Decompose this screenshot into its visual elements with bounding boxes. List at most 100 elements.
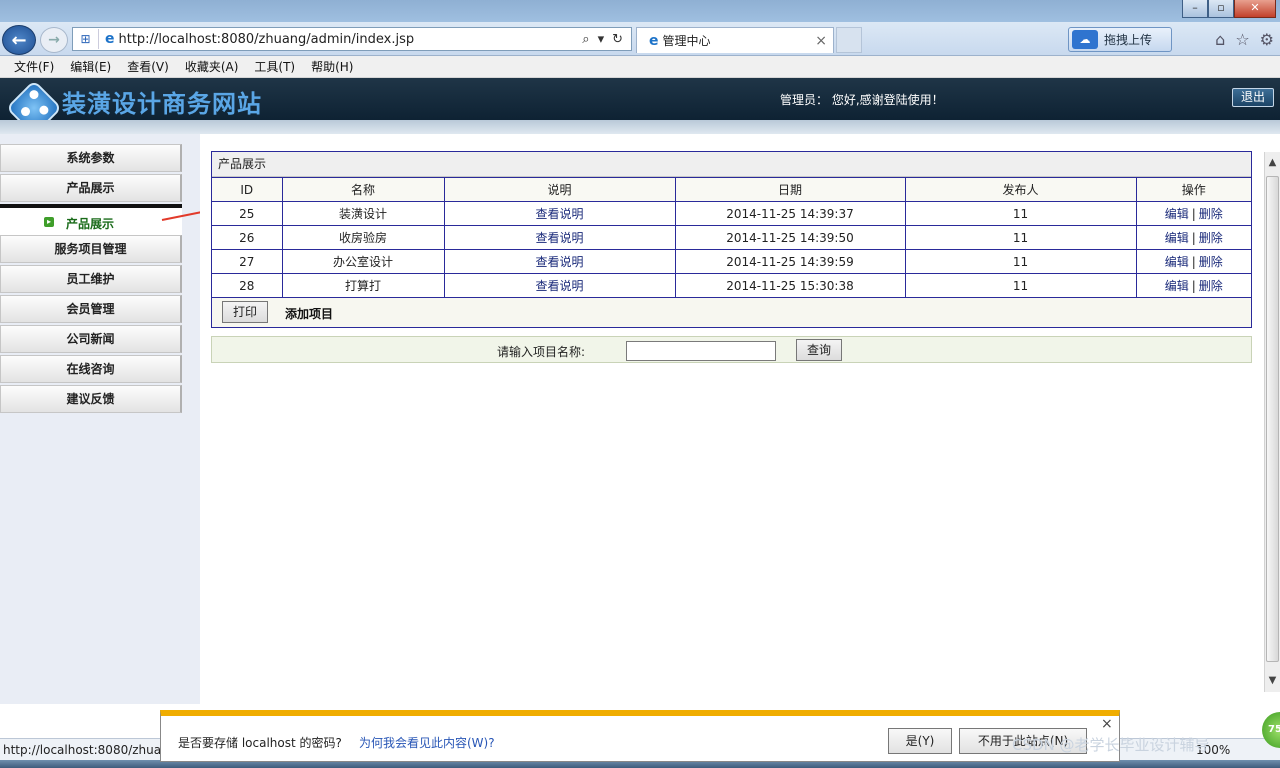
cell-desc: 查看说明 bbox=[443, 249, 676, 274]
close-window-button[interactable]: ✕ bbox=[1234, 0, 1276, 18]
table-row: 27 办公室设计 查看说明 2014-11-25 14:39:59 11 编辑 |… bbox=[212, 249, 1251, 274]
bullet-arrow-icon: ▸ bbox=[44, 217, 54, 227]
edit-link[interactable]: 编辑 bbox=[1165, 207, 1189, 221]
cloud-icon: ☁ bbox=[1072, 30, 1098, 49]
sidebar-item-consulting[interactable]: 在线咨询 bbox=[0, 355, 182, 383]
arrow-right-icon: → bbox=[48, 32, 60, 48]
save-password-notification: 是否要存储 localhost 的密码? 为何我会看见此内容(W)? 是(Y) … bbox=[160, 710, 1120, 762]
vertical-scrollbar[interactable]: ▲ ▼ bbox=[1264, 152, 1280, 692]
compatibility-icon[interactable]: ⊞ bbox=[73, 29, 99, 49]
new-tab-button[interactable] bbox=[836, 27, 862, 53]
cell-date: 2014-11-25 14:39:50 bbox=[674, 225, 906, 250]
cell-name: 办公室设计 bbox=[281, 249, 445, 274]
scroll-down-icon[interactable]: ▼ bbox=[1265, 672, 1280, 690]
scroll-up-icon[interactable]: ▲ bbox=[1265, 154, 1280, 172]
cell-publisher: 11 bbox=[904, 201, 1137, 226]
cell-name: 打算打 bbox=[281, 273, 445, 298]
window-controls: – ▫ ✕ bbox=[1182, 0, 1276, 18]
cell-actions: 编辑 | 删除 bbox=[1135, 225, 1251, 250]
tab-admin-center[interactable]: e 管理中心 × bbox=[636, 27, 834, 53]
address-bar[interactable]: ⊞ e http://localhost:8080/zhuang/admin/i… bbox=[72, 27, 632, 51]
sidebar-item-staff[interactable]: 员工维护 bbox=[0, 265, 182, 293]
menu-favorites[interactable]: 收藏夹(A) bbox=[185, 58, 239, 75]
delete-link[interactable]: 删除 bbox=[1199, 207, 1223, 221]
gear-icon[interactable]: ⚙ bbox=[1260, 30, 1274, 49]
logo-dot bbox=[27, 88, 41, 101]
sidebar-item-product-display[interactable]: 产品展示 bbox=[0, 174, 182, 202]
sidebar-item-members[interactable]: 会员管理 bbox=[0, 295, 182, 323]
cell-actions: 编辑 | 删除 bbox=[1135, 249, 1251, 274]
query-button[interactable]: 查询 bbox=[796, 339, 842, 361]
address-url[interactable]: http://localhost:8080/zhuang/admin/index… bbox=[119, 32, 583, 47]
panel-footer: 打印 添加项目 bbox=[212, 298, 1251, 327]
view-description-link[interactable]: 查看说明 bbox=[535, 255, 583, 269]
cell-desc: 查看说明 bbox=[443, 273, 676, 298]
table-row: 28 打算打 查看说明 2014-11-25 15:30:38 11 编辑 | 删除 bbox=[212, 273, 1251, 298]
column-header-date: 日期 bbox=[674, 177, 906, 202]
star-icon[interactable]: ☆ bbox=[1235, 30, 1249, 49]
cell-publisher: 11 bbox=[904, 225, 1137, 250]
maximize-button[interactable]: ▫ bbox=[1208, 0, 1234, 18]
logo-dot bbox=[37, 103, 51, 117]
forward-button[interactable]: → bbox=[40, 27, 68, 53]
view-description-link[interactable]: 查看说明 bbox=[535, 279, 583, 293]
back-button[interactable]: ← bbox=[2, 25, 36, 55]
view-description-link[interactable]: 查看说明 bbox=[535, 231, 583, 245]
minimize-button[interactable]: – bbox=[1182, 0, 1208, 18]
edit-link[interactable]: 编辑 bbox=[1165, 255, 1189, 269]
cell-id: 27 bbox=[212, 249, 283, 274]
logout-button[interactable]: 退出 bbox=[1232, 88, 1274, 107]
delete-link[interactable]: 删除 bbox=[1199, 279, 1223, 293]
separator: | bbox=[1191, 279, 1196, 293]
sidebar-item-news[interactable]: 公司新闻 bbox=[0, 325, 182, 353]
refresh-icon[interactable]: ↻ bbox=[612, 32, 623, 47]
project-name-input[interactable] bbox=[626, 341, 776, 361]
site-header: 装潢设计商务网站 管理员： 您好,感谢登陆使用！ 退出 bbox=[0, 78, 1280, 137]
search-icon[interactable]: ⌕ bbox=[582, 32, 589, 47]
home-icon[interactable]: ⌂ bbox=[1215, 30, 1225, 49]
cell-name: 收房验房 bbox=[281, 225, 445, 250]
add-item-link[interactable]: 添加项目 bbox=[285, 305, 333, 322]
search-bar: 请输入项目名称: 查询 bbox=[211, 336, 1252, 363]
view-description-link[interactable]: 查看说明 bbox=[535, 207, 583, 221]
sidebar-item-feedback[interactable]: 建议反馈 bbox=[0, 385, 182, 413]
status-url: http://localhost:8080/zhuan bbox=[3, 743, 169, 757]
table-row: 26 收房验房 查看说明 2014-11-25 14:39:50 11 编辑 | 删… bbox=[212, 225, 1251, 250]
separator: | bbox=[1191, 231, 1196, 245]
column-header-name: 名称 bbox=[281, 177, 445, 202]
menu-view[interactable]: 查看(V) bbox=[127, 58, 169, 75]
cell-id: 25 bbox=[212, 201, 283, 226]
header-divider bbox=[0, 120, 1280, 134]
menu-tools[interactable]: 工具(T) bbox=[254, 58, 295, 75]
save-password-yes-button[interactable]: 是(Y) bbox=[888, 728, 952, 754]
drag-upload-button[interactable]: ☁ 拖拽上传 bbox=[1068, 27, 1172, 52]
main-content: 产品展示 ID 名称 说明 日期 发布人 操作 25 装潢设计 查看说明 201… bbox=[200, 134, 1264, 704]
edit-link[interactable]: 编辑 bbox=[1165, 279, 1189, 293]
delete-link[interactable]: 删除 bbox=[1199, 255, 1223, 269]
tab-close-icon[interactable]: × bbox=[815, 33, 827, 49]
delete-link[interactable]: 删除 bbox=[1199, 231, 1223, 245]
browser-navbar: ← → ⊞ e http://localhost:8080/zhuang/adm… bbox=[0, 22, 1280, 56]
tab-ie-icon: e bbox=[649, 32, 659, 49]
cell-desc: 查看说明 bbox=[443, 201, 676, 226]
scroll-thumb[interactable] bbox=[1266, 176, 1279, 662]
notification-why-link[interactable]: 为何我会看见此内容(W)? bbox=[359, 734, 495, 751]
admin-greeting: 管理员： 您好,感谢登陆使用！ bbox=[780, 93, 944, 107]
sidebar-subitem-label: 产品展示 bbox=[66, 217, 115, 231]
edit-link[interactable]: 编辑 bbox=[1165, 231, 1189, 245]
sidebar: 系统参数 产品展示 ▸ 产品展示 服务项目管理 员工维护 会员管理 公司新闻 在… bbox=[0, 134, 200, 704]
notification-text: 是否要存储 localhost 的密码? bbox=[178, 736, 342, 750]
menu-help[interactable]: 帮助(H) bbox=[311, 58, 353, 75]
sidebar-item-system-params[interactable]: 系统参数 bbox=[0, 144, 182, 172]
dropdown-icon[interactable]: ▾ bbox=[598, 32, 605, 47]
notification-close-icon[interactable]: × bbox=[1101, 716, 1113, 732]
table-header-row: ID 名称 说明 日期 发布人 操作 bbox=[212, 177, 1251, 202]
product-panel: 产品展示 ID 名称 说明 日期 发布人 操作 25 装潢设计 查看说明 201… bbox=[211, 151, 1252, 328]
menu-edit[interactable]: 编辑(E) bbox=[70, 58, 111, 75]
cell-date: 2014-11-25 14:39:59 bbox=[674, 249, 906, 274]
sidebar-item-service-management[interactable]: 服务项目管理 bbox=[0, 235, 182, 263]
print-button[interactable]: 打印 bbox=[222, 301, 268, 323]
separator: | bbox=[1191, 255, 1196, 269]
menu-file[interactable]: 文件(F) bbox=[14, 58, 54, 75]
sidebar-subitem-product-display[interactable]: ▸ 产品展示 bbox=[0, 204, 182, 236]
